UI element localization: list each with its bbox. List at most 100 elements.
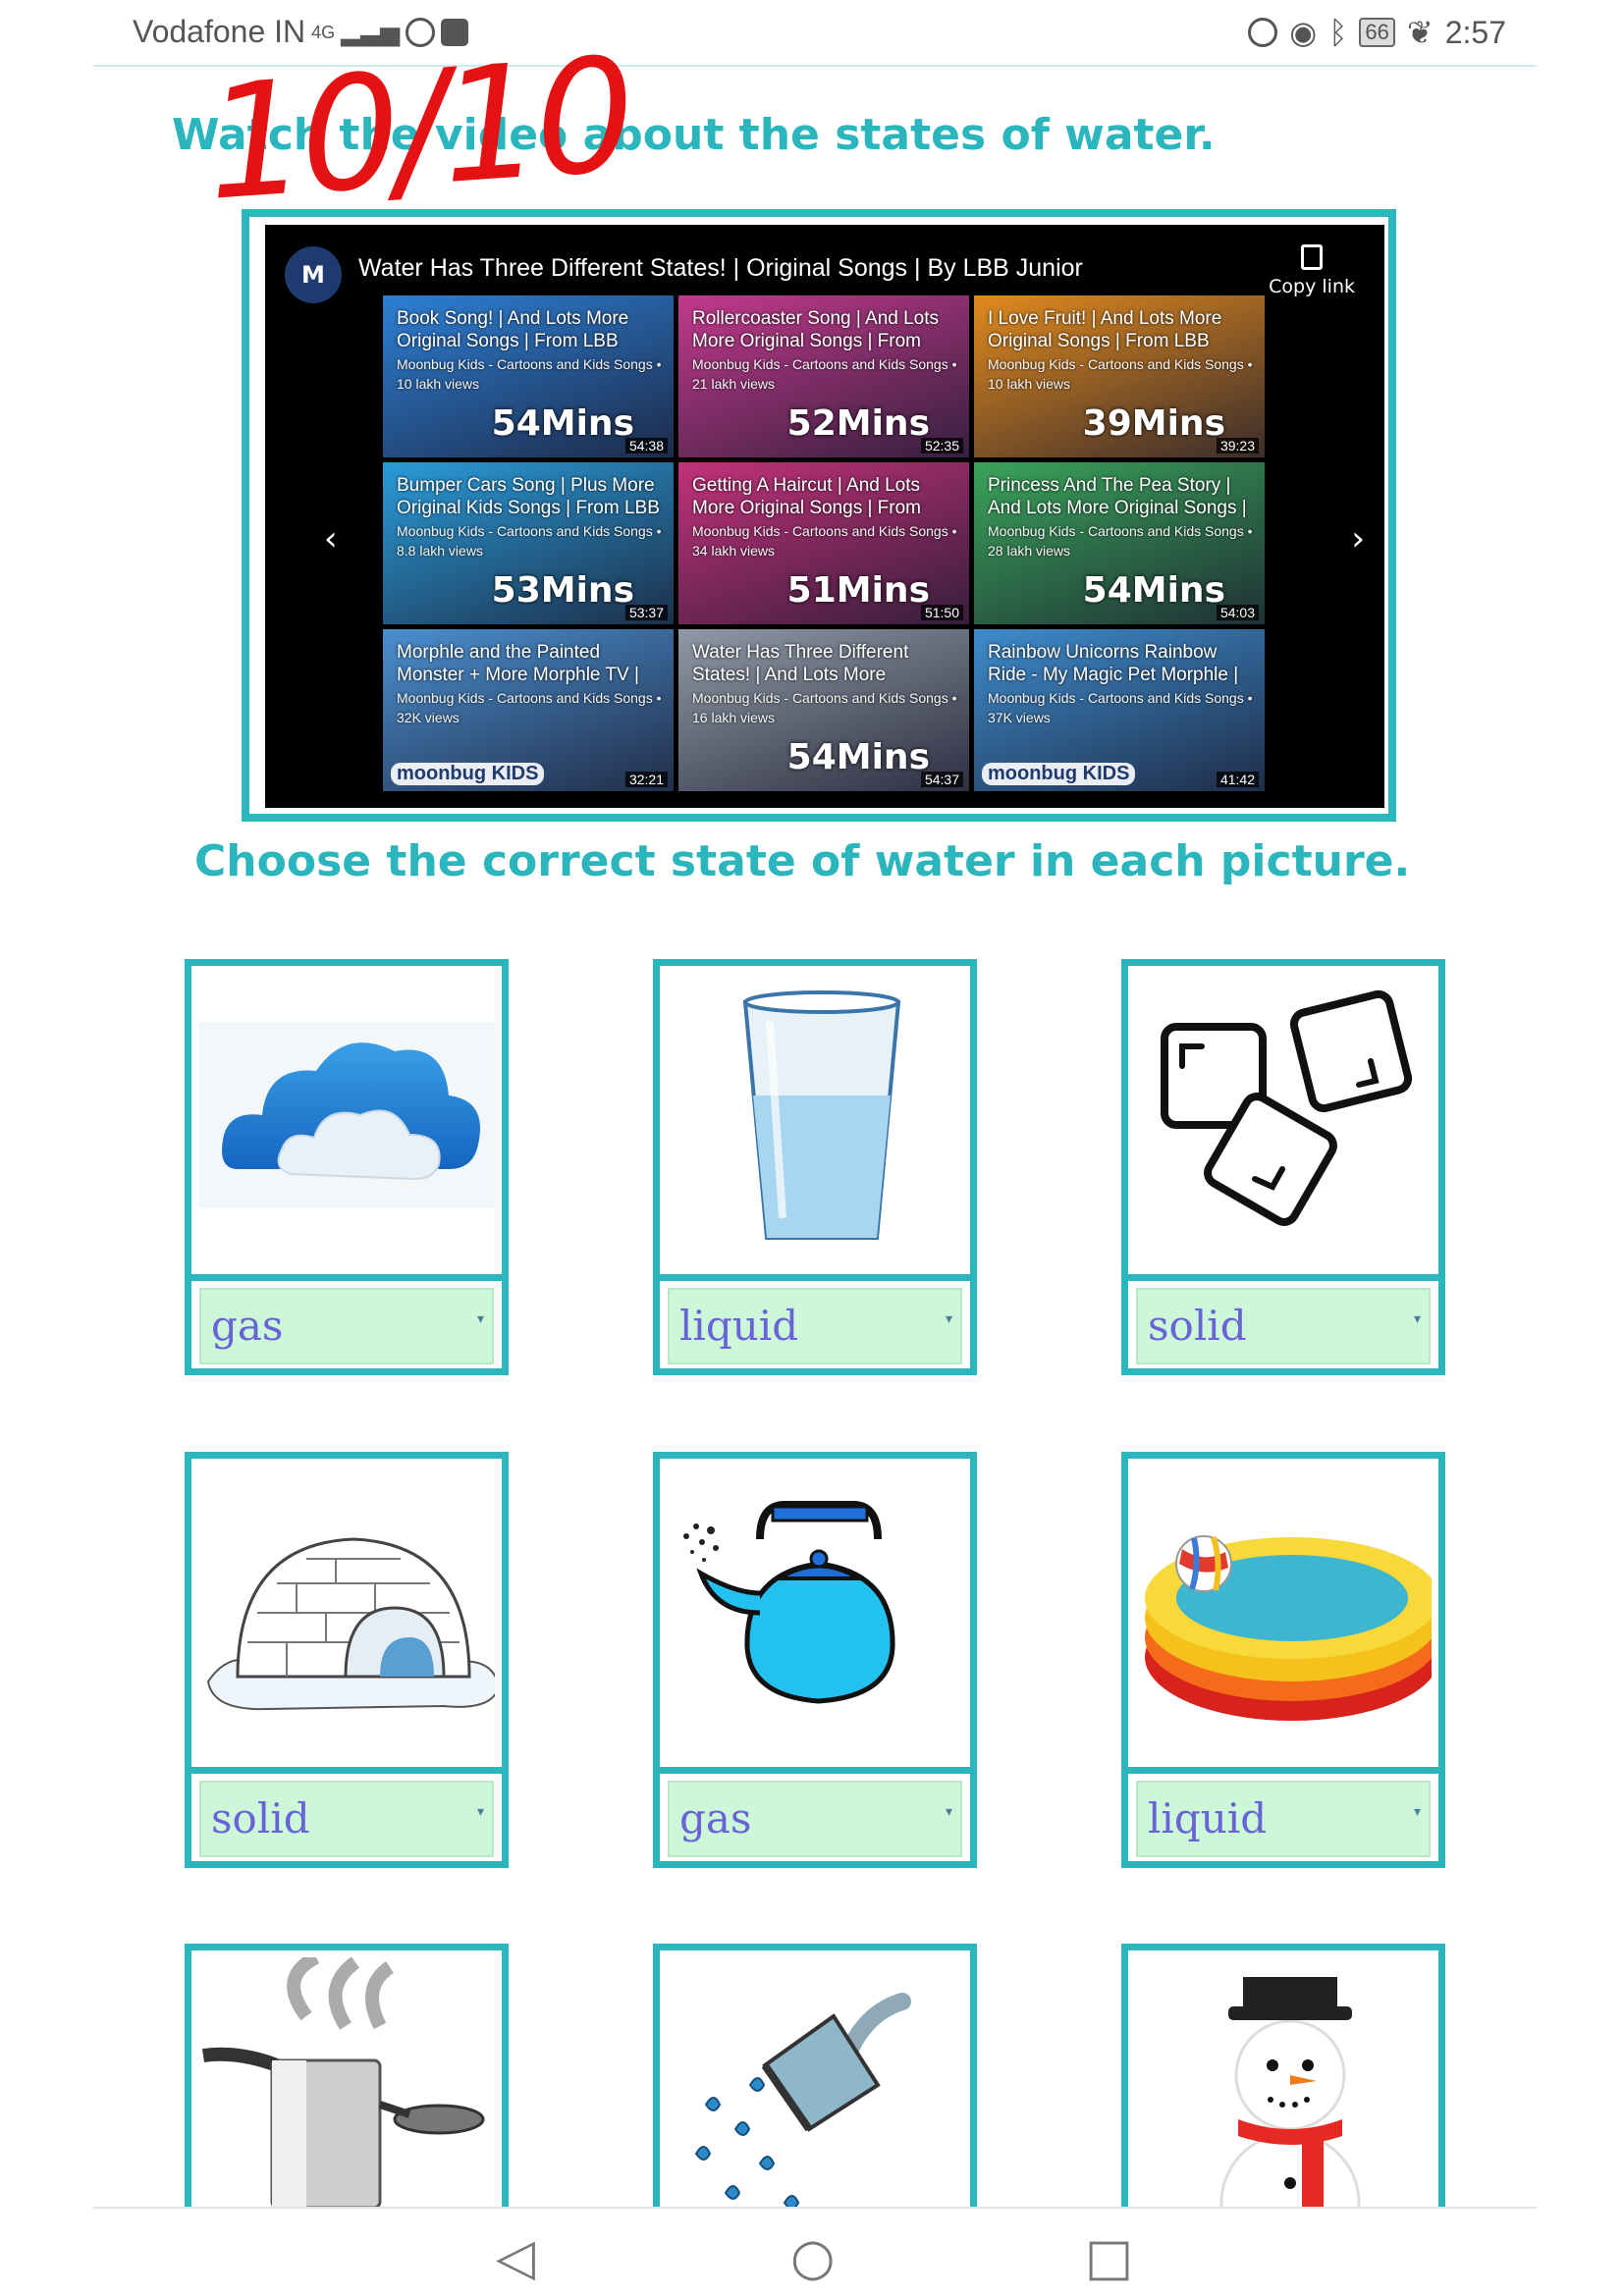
dropdown-value: solid: [211, 1794, 310, 1842]
thumbnail-title: Morphle and the Painted Monster + More M…: [397, 642, 639, 685]
thumbnail-badge: 39Mins: [1082, 403, 1225, 444]
thumbnail-meta: Moonbug Kids - Cartoons and Kids Songs •…: [988, 356, 1253, 392]
dropdown-caret-icon: ▾: [1413, 1804, 1421, 1820]
thumbnail-meta: Moonbug Kids - Cartoons and Kids Songs •…: [692, 356, 957, 392]
state-dropdown[interactable]: solid ▾: [1136, 1288, 1431, 1364]
state-dropdown[interactable]: liquid ▾: [668, 1288, 962, 1364]
thumbnail-badge: 51Mins: [786, 570, 930, 611]
video-thumbnail[interactable]: Bumper Cars Song | Plus More Original Ki…: [383, 462, 674, 624]
pool-icon: [1135, 1466, 1432, 1767]
card-divider: [1128, 1274, 1438, 1281]
thumbnail-title: Rainbow Unicorns Rainbow Ride - My Magic…: [988, 642, 1239, 685]
thumbnail-badge: 54Mins: [491, 403, 634, 444]
glass-of-water-icon: [667, 973, 963, 1274]
chevron-left-icon[interactable]: ‹: [324, 519, 338, 559]
answer-card: liquid ▾: [653, 959, 977, 1375]
channel-logo-icon[interactable]: M: [285, 246, 342, 303]
handwritten-score: 10/10: [199, 23, 636, 236]
state-dropdown[interactable]: solid ▾: [199, 1781, 494, 1857]
thumbnail-meta: Moonbug Kids - Cartoons and Kids Songs •…: [988, 523, 1253, 559]
leaf-icon: ❦: [1406, 15, 1434, 50]
video-thumbnail[interactable]: Rollercoaster Song | And Lots More Origi…: [678, 295, 969, 457]
thumbnail-badge: 52Mins: [786, 403, 930, 444]
thumbnail-meta: Moonbug Kids - Cartoons and Kids Songs •…: [397, 690, 662, 725]
igloo-icon: [198, 1466, 495, 1767]
card-divider: [191, 1274, 502, 1281]
thumbnail-meta: Moonbug Kids - Cartoons and Kids Songs •…: [397, 356, 662, 392]
card-divider: [660, 1274, 970, 1281]
battery-icon: 66: [1359, 18, 1395, 47]
clock: 2:57: [1444, 14, 1506, 50]
answer-card: gas ▾: [185, 959, 509, 1375]
video-thumbnail[interactable]: Getting A Haircut | And Lots More Origin…: [678, 462, 969, 624]
thumbnail-title: Rollercoaster Song | And Lots More Origi…: [692, 308, 940, 351]
carrier-label: Vodafone IN: [133, 14, 306, 49]
state-dropdown[interactable]: liquid ▾: [1136, 1781, 1431, 1857]
thumbnail-badge: 54Mins: [1082, 570, 1225, 611]
dropdown-caret-icon: ▾: [1413, 1311, 1421, 1327]
video-thumbnail[interactable]: Water Has Three Different States! | And …: [678, 629, 969, 791]
thumbnail-title: Getting A Haircut | And Lots More Origin…: [692, 475, 922, 518]
chevron-right-icon[interactable]: ›: [1351, 519, 1365, 559]
dropdown-value: gas: [679, 1794, 752, 1842]
video-thumbnail[interactable]: Princess And The Pea Story | And Lots Mo…: [974, 462, 1265, 624]
card-divider: [1128, 1767, 1438, 1774]
moonbug-logo: moonbug KIDS: [982, 763, 1136, 785]
dropdown-value: liquid: [679, 1302, 799, 1350]
thumbnail-meta: Moonbug Kids - Cartoons and Kids Songs •…: [988, 690, 1253, 725]
dropdown-value: liquid: [1148, 1794, 1268, 1842]
answer-card: liquid ▾: [1121, 1452, 1445, 1868]
ice-cubes-icon: [1135, 973, 1432, 1274]
thumbnail-duration: 39:23: [1216, 438, 1259, 454]
thumbnail-title: Princess And The Pea Story | And Lots Mo…: [988, 475, 1247, 518]
thumbnail-duration: 32:21: [624, 772, 668, 787]
thumbnail-meta: Moonbug Kids - Cartoons and Kids Songs •…: [692, 523, 957, 559]
thumbnail-duration: 53:37: [624, 605, 668, 620]
thumbnail-badge: 54Mins: [786, 737, 930, 777]
copy-link-button[interactable]: Copy link: [1269, 244, 1355, 297]
answer-card: solid ▾: [185, 1452, 509, 1868]
copy-icon: [1301, 244, 1324, 270]
copy-link-label: Copy link: [1269, 276, 1355, 297]
video-player[interactable]: M Water Has Three Different States! | Or…: [265, 225, 1384, 808]
dropdown-caret-icon: ▾: [476, 1311, 484, 1327]
card-divider: [660, 1767, 970, 1774]
video-thumbnail[interactable]: Morphle and the Painted Monster + More M…: [383, 629, 674, 791]
thumbnail-title: Bumper Cars Song | Plus More Original Ki…: [397, 475, 660, 518]
eye-comfort-icon: ◉: [1289, 15, 1318, 50]
state-dropdown[interactable]: gas ▾: [199, 1288, 494, 1364]
thumbnail-duration: 54:03: [1216, 605, 1259, 620]
thumbnail-meta: Moonbug Kids - Cartoons and Kids Songs •…: [397, 523, 662, 559]
dropdown-caret-icon: ▾: [945, 1311, 952, 1327]
card-divider: [191, 1767, 502, 1774]
thumbnail-duration: 51:50: [920, 605, 963, 620]
answer-card: gas ▾: [653, 1452, 977, 1868]
recents-nav-icon[interactable]: □: [1085, 2228, 1133, 2287]
thumbnail-title: I Love Fruit! | And Lots More Original S…: [988, 308, 1222, 351]
state-dropdown[interactable]: gas ▾: [668, 1781, 962, 1857]
dropdown-caret-icon: ▾: [945, 1804, 952, 1820]
network-label: 4G: [311, 22, 336, 42]
thumbnail-badge: 53Mins: [491, 570, 634, 611]
dropdown-caret-icon: ▾: [476, 1804, 484, 1820]
video-thumbnail[interactable]: Rainbow Unicorns Rainbow Ride - My Magic…: [974, 629, 1265, 791]
video-thumbnail[interactable]: I Love Fruit! | And Lots More Original S…: [974, 295, 1265, 457]
thumbnail-title: Water Has Three Different States! | And …: [692, 642, 909, 685]
dropdown-value: solid: [1148, 1302, 1247, 1350]
video-thumbnail[interactable]: Book Song! | And Lots More Original Song…: [383, 295, 674, 457]
answer-card: solid ▾: [1121, 959, 1445, 1375]
thumbnail-title: Book Song! | And Lots More Original Song…: [397, 308, 629, 351]
kettle-icon: [667, 1466, 963, 1767]
nav-divider: [93, 2207, 1537, 2209]
nfc-icon: [1248, 18, 1278, 47]
home-nav-icon[interactable]: ○: [790, 2228, 835, 2287]
thumbnail-duration: 54:38: [624, 438, 668, 454]
dropdown-value: gas: [211, 1302, 284, 1350]
related-videos-grid: Book Song! | And Lots More Original Song…: [383, 295, 1265, 791]
video-title[interactable]: Water Has Three Different States! | Orig…: [358, 254, 1083, 283]
cloud-icon: [198, 973, 495, 1274]
thumbnail-duration: 52:35: [920, 438, 963, 454]
thumbnail-meta: Moonbug Kids - Cartoons and Kids Songs •…: [692, 690, 957, 725]
moonbug-logo: moonbug KIDS: [391, 763, 545, 785]
back-nav-icon[interactable]: ◁: [496, 2228, 535, 2287]
